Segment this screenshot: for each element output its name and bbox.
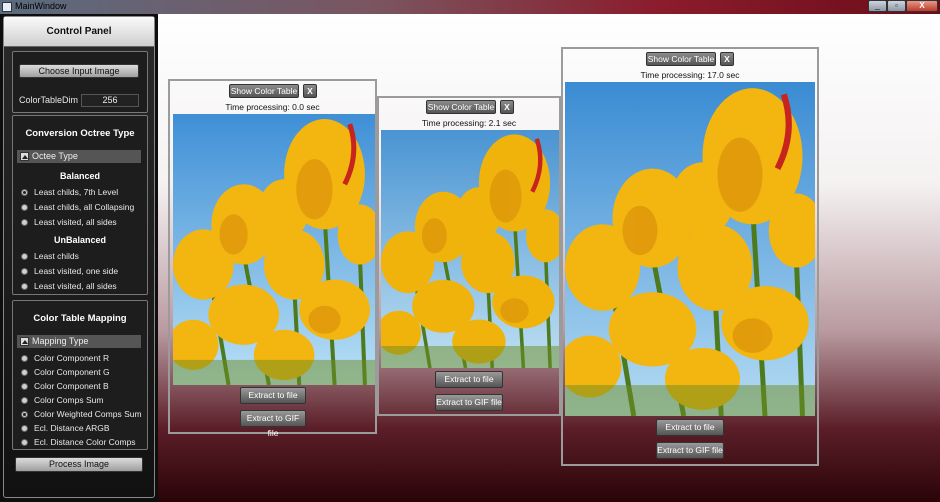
processing-time: Time processing: 17.0 sec bbox=[640, 70, 740, 80]
extract-to-file-button[interactable]: Extract to file bbox=[435, 371, 503, 388]
radio-icon bbox=[21, 219, 28, 226]
result-image bbox=[565, 82, 815, 416]
show-color-table-button[interactable]: Show Color Table bbox=[229, 84, 299, 98]
result-panel-2: Show Color Table X Time processing: 2.1 … bbox=[377, 96, 561, 416]
radio-icon bbox=[21, 283, 28, 290]
tulip-photo-icon bbox=[565, 82, 815, 416]
close-window-button[interactable]: X bbox=[906, 0, 938, 12]
app-icon bbox=[2, 2, 12, 12]
radio-icon bbox=[21, 397, 28, 404]
extract-to-gif-button[interactable]: Extract to GIF file bbox=[656, 442, 724, 459]
extract-to-gif-button[interactable]: Extract to GIF file bbox=[435, 394, 503, 411]
radio-color-component-r[interactable]: Color Component R bbox=[21, 352, 109, 364]
conversion-octree-title: Conversion Octree Type bbox=[25, 128, 135, 139]
mapping-type-label: Mapping Type bbox=[32, 336, 89, 346]
choose-input-image-button[interactable]: Choose Input Image bbox=[19, 64, 139, 78]
result-panel-1: Show Color Table X Time processing: 0.0 … bbox=[168, 79, 377, 438]
radio-icon bbox=[21, 369, 28, 376]
unbalanced-title: UnBalanced bbox=[53, 235, 106, 245]
radio-color-comps-sum[interactable]: Color Comps Sum bbox=[21, 394, 103, 406]
extract-to-gif-button[interactable]: Extract to GIF file bbox=[240, 410, 306, 438]
result-image bbox=[381, 130, 559, 368]
radio-color-component-g[interactable]: Color Component G bbox=[21, 366, 110, 378]
processing-time: Time processing: 2.1 sec bbox=[421, 118, 517, 128]
radio-icon bbox=[21, 253, 28, 260]
balanced-title: Balanced bbox=[59, 171, 101, 181]
color-table-mapping-title: Color Table Mapping bbox=[33, 313, 127, 324]
minimize-button[interactable]: _ bbox=[868, 0, 887, 12]
extract-to-file-button[interactable]: Extract to file bbox=[656, 419, 724, 436]
octree-type-expander[interactable]: Octee Type bbox=[17, 150, 141, 163]
window-title: MainWindow bbox=[15, 1, 67, 11]
radio-selected-icon bbox=[21, 411, 28, 418]
input-settings-group: Choose Input Image ColorTableDim 256 bbox=[12, 51, 148, 113]
collapse-caret-icon bbox=[20, 337, 29, 346]
show-color-table-button[interactable]: Show Color Table bbox=[646, 52, 716, 66]
radio-icon bbox=[21, 355, 28, 362]
close-result-button[interactable]: X bbox=[303, 84, 317, 98]
extract-to-file-button[interactable]: Extract to file bbox=[240, 387, 306, 404]
radio-selected-icon bbox=[21, 189, 28, 196]
color-table-mapping-group: Color Table Mapping Mapping Type Color C… bbox=[12, 300, 148, 450]
radio-icon bbox=[21, 439, 28, 446]
color-table-dim-label: ColorTableDim bbox=[19, 95, 79, 105]
close-result-button[interactable]: X bbox=[720, 52, 734, 66]
radio-least-visited-all-sides-balanced[interactable]: Least visited, all sides bbox=[21, 216, 117, 228]
tulip-photo-icon bbox=[173, 114, 375, 385]
radio-color-component-b[interactable]: Color Component B bbox=[21, 380, 109, 392]
mapping-type-expander[interactable]: Mapping Type bbox=[17, 335, 141, 348]
radio-least-childs[interactable]: Least childs bbox=[21, 250, 79, 262]
radio-ecl-distance-color-comps[interactable]: Ecl. Distance Color Comps bbox=[21, 436, 136, 448]
radio-least-childs-all-collapsing[interactable]: Least childs, all Collapsing bbox=[21, 201, 134, 213]
radio-color-weighted-comps-sum[interactable]: Color Weighted Comps Sum bbox=[21, 408, 142, 420]
radio-icon bbox=[21, 204, 28, 211]
maximize-button[interactable]: ▫ bbox=[887, 0, 906, 12]
radio-icon bbox=[21, 383, 28, 390]
radio-least-childs-7th-level[interactable]: Least childs, 7th Level bbox=[21, 186, 118, 198]
result-image bbox=[173, 114, 375, 385]
octree-type-label: Octee Type bbox=[32, 151, 78, 161]
radio-least-visited-one-side[interactable]: Least visited, one side bbox=[21, 265, 118, 277]
processing-time: Time processing: 0.0 sec bbox=[225, 102, 320, 112]
results-area: Show Color Table X Time processing: 0.0 … bbox=[158, 14, 940, 502]
title-bar: MainWindow _ ▫ X bbox=[0, 0, 940, 14]
process-image-button[interactable]: Process Image bbox=[15, 457, 143, 472]
tulip-photo-icon bbox=[381, 130, 559, 368]
color-table-dim-input[interactable]: 256 bbox=[81, 94, 139, 107]
collapse-caret-icon bbox=[20, 152, 29, 161]
close-result-button[interactable]: X bbox=[500, 100, 514, 114]
radio-icon bbox=[21, 425, 28, 432]
radio-ecl-distance-argb[interactable]: Ecl. Distance ARGB bbox=[21, 422, 110, 434]
radio-icon bbox=[21, 268, 28, 275]
control-panel: Control Panel Choose Input Image ColorTa… bbox=[3, 16, 155, 498]
left-sidebar: Control Panel Choose Input Image ColorTa… bbox=[0, 14, 158, 502]
conversion-octree-group: Conversion Octree Type Octee Type Balanc… bbox=[12, 115, 148, 295]
show-color-table-button[interactable]: Show Color Table bbox=[426, 100, 496, 114]
radio-least-visited-all-sides-unbalanced[interactable]: Least visited, all sides bbox=[21, 280, 117, 292]
control-panel-title: Control Panel bbox=[4, 17, 154, 47]
result-panel-3: Show Color Table X Time processing: 17.0… bbox=[561, 47, 819, 466]
